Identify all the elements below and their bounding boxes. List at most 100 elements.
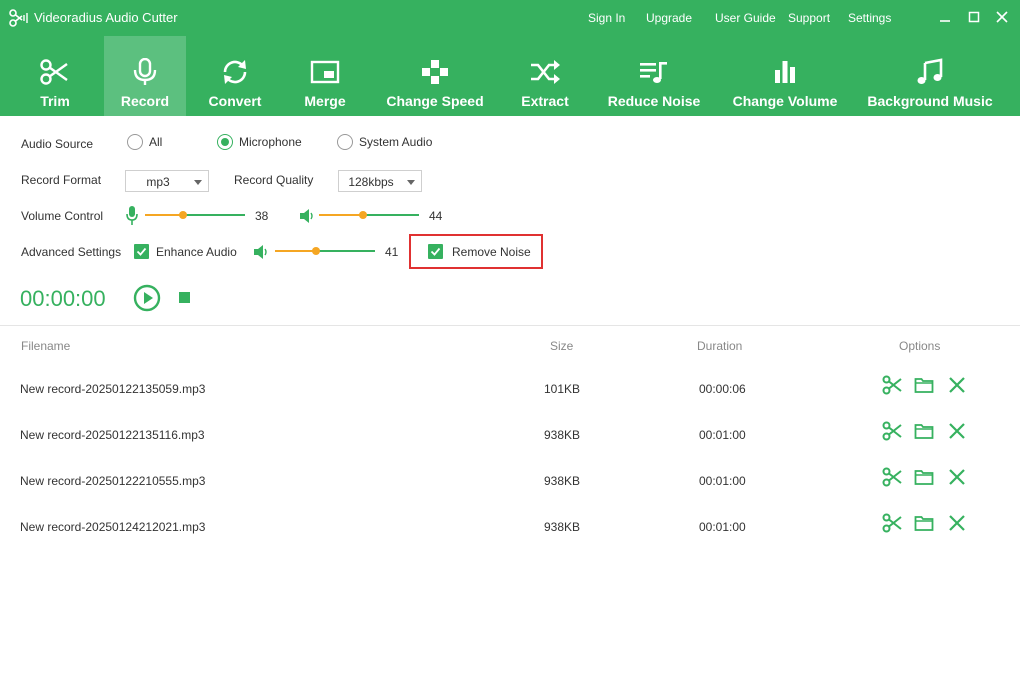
- record-format-value: mp3: [146, 175, 170, 189]
- row-filename: New record-20250122210555.mp3: [20, 474, 206, 488]
- radio-all-label: All: [149, 135, 163, 149]
- enhance-volume-value: 41: [385, 245, 399, 259]
- slider-knob[interactable]: [359, 211, 367, 219]
- support-link[interactable]: Support: [788, 11, 830, 25]
- toolbar-convert[interactable]: Convert: [198, 36, 272, 116]
- gamepad-icon: [422, 60, 448, 84]
- enhance-audio-checkbox[interactable]: [134, 244, 149, 259]
- toolbar-merge[interactable]: Merge: [288, 36, 362, 116]
- toolbar-reduce-noise[interactable]: Reduce Noise: [602, 36, 706, 116]
- table-row[interactable]: New record-20250122135059.mp3 101KB 00:0…: [0, 375, 1020, 428]
- scissors-icon[interactable]: [882, 375, 902, 395]
- slider-fill: [319, 214, 363, 216]
- row-duration: 00:01:00: [699, 520, 746, 534]
- row-size: 101KB: [544, 382, 581, 396]
- toolbar-change-volume-label: Change Volume: [732, 93, 838, 109]
- speaker-icon: [300, 209, 313, 223]
- remove-noise-label: Remove Noise: [452, 245, 531, 259]
- app-header: Videoradius Audio Cutter Sign In Upgrade…: [0, 0, 1020, 116]
- radio-microphone[interactable]: [217, 134, 233, 150]
- settings-link[interactable]: Settings: [848, 11, 891, 25]
- remove-noise-checkbox[interactable]: [428, 244, 443, 259]
- delete-icon[interactable]: [947, 513, 967, 533]
- toolbar-background-music[interactable]: Background Music: [862, 36, 998, 116]
- record-timer: 00:00:00: [20, 286, 106, 311]
- mic-volume-slider[interactable]: [145, 210, 245, 220]
- row-size: 938KB: [544, 428, 581, 442]
- radio-system-audio-label: System Audio: [359, 135, 433, 149]
- system-volume-value: 44: [429, 209, 443, 223]
- record-quality-value: 128kbps: [348, 175, 394, 189]
- chevron-down-icon: [407, 180, 415, 185]
- volume-control-label: Volume Control: [21, 209, 104, 223]
- convert-icon: [223, 60, 247, 84]
- minimize-icon[interactable]: [937, 9, 953, 25]
- speaker-icon: [254, 245, 267, 259]
- microphone-icon: [126, 206, 138, 225]
- toolbar-extract-label: Extract: [521, 93, 569, 109]
- folder-icon[interactable]: [914, 467, 934, 487]
- record-format-select[interactable]: mp3: [125, 170, 209, 192]
- delete-icon[interactable]: [947, 375, 967, 395]
- checkmark-icon: [136, 247, 147, 256]
- record-format-label: Record Format: [21, 173, 102, 187]
- scissors-icon: [40, 59, 68, 85]
- slider-fill: [275, 250, 316, 252]
- table-row[interactable]: New record-20250122210555.mp3 938KB 00:0…: [0, 467, 1020, 520]
- close-icon[interactable]: [994, 9, 1010, 25]
- system-volume-slider[interactable]: [319, 210, 419, 220]
- user-guide-link[interactable]: User Guide: [715, 11, 776, 25]
- toolbar-trim-label: Trim: [40, 93, 70, 109]
- toolbar-change-speed-label: Change Speed: [386, 93, 484, 109]
- header-duration: Duration: [697, 339, 743, 353]
- folder-icon[interactable]: [914, 513, 934, 533]
- title-bar: Videoradius Audio Cutter Sign In Upgrade…: [0, 0, 1020, 36]
- slider-knob[interactable]: [179, 211, 187, 219]
- folder-icon[interactable]: [914, 421, 934, 441]
- toolbar-trim[interactable]: Trim: [14, 36, 96, 116]
- audio-source-label: Audio Source: [21, 137, 94, 151]
- toolbar-change-speed[interactable]: Change Speed: [380, 36, 490, 116]
- radio-system-audio[interactable]: [337, 134, 353, 150]
- app-logo-icon: [9, 9, 28, 27]
- header-options: Options: [899, 339, 941, 353]
- radio-all[interactable]: [127, 134, 143, 150]
- row-size: 938KB: [544, 520, 581, 534]
- toolbar-change-volume[interactable]: Change Volume: [728, 36, 842, 116]
- row-filename: New record-20250122135059.mp3: [20, 382, 206, 396]
- toolbar-reduce-noise-label: Reduce Noise: [607, 93, 701, 109]
- toolbar-extract[interactable]: Extract: [508, 36, 582, 116]
- toolbar-record-label: Record: [120, 93, 170, 109]
- radio-microphone-label: Microphone: [239, 135, 302, 149]
- table-row[interactable]: New record-20250124212021.mp3 938KB 00:0…: [0, 513, 1020, 566]
- sign-in-link[interactable]: Sign In: [588, 11, 625, 25]
- scissors-icon[interactable]: [882, 467, 902, 487]
- advanced-settings-label: Advanced Settings: [21, 245, 122, 259]
- scissors-icon[interactable]: [882, 421, 902, 441]
- row-duration: 00:01:00: [699, 474, 746, 488]
- toolbar-record[interactable]: Record: [104, 36, 186, 116]
- toolbar-convert-label: Convert: [208, 93, 262, 109]
- delete-icon[interactable]: [947, 421, 967, 441]
- scissors-icon[interactable]: [882, 513, 902, 533]
- table-row[interactable]: New record-20250122135116.mp3 938KB 00:0…: [0, 421, 1020, 474]
- play-icon[interactable]: [133, 284, 161, 312]
- record-quality-label: Record Quality: [234, 173, 314, 187]
- toolbar-background-music-label: Background Music: [867, 93, 993, 109]
- maximize-icon[interactable]: [966, 9, 982, 25]
- slider-fill: [145, 214, 183, 216]
- record-quality-select[interactable]: 128kbps: [338, 170, 422, 192]
- enhance-audio-label: Enhance Audio: [156, 245, 237, 259]
- slider-knob[interactable]: [312, 247, 320, 255]
- upgrade-link[interactable]: Upgrade: [646, 11, 692, 25]
- enhance-volume-slider[interactable]: [275, 246, 375, 256]
- row-filename: New record-20250122135116.mp3: [20, 428, 205, 442]
- divider: [0, 325, 1020, 326]
- bars-icon: [775, 61, 795, 83]
- delete-icon[interactable]: [947, 467, 967, 487]
- row-filename: New record-20250124212021.mp3: [20, 520, 206, 534]
- stop-icon[interactable]: [179, 292, 191, 304]
- folder-icon[interactable]: [914, 375, 934, 395]
- shuffle-icon: [531, 60, 560, 84]
- noise-icon: [640, 62, 667, 83]
